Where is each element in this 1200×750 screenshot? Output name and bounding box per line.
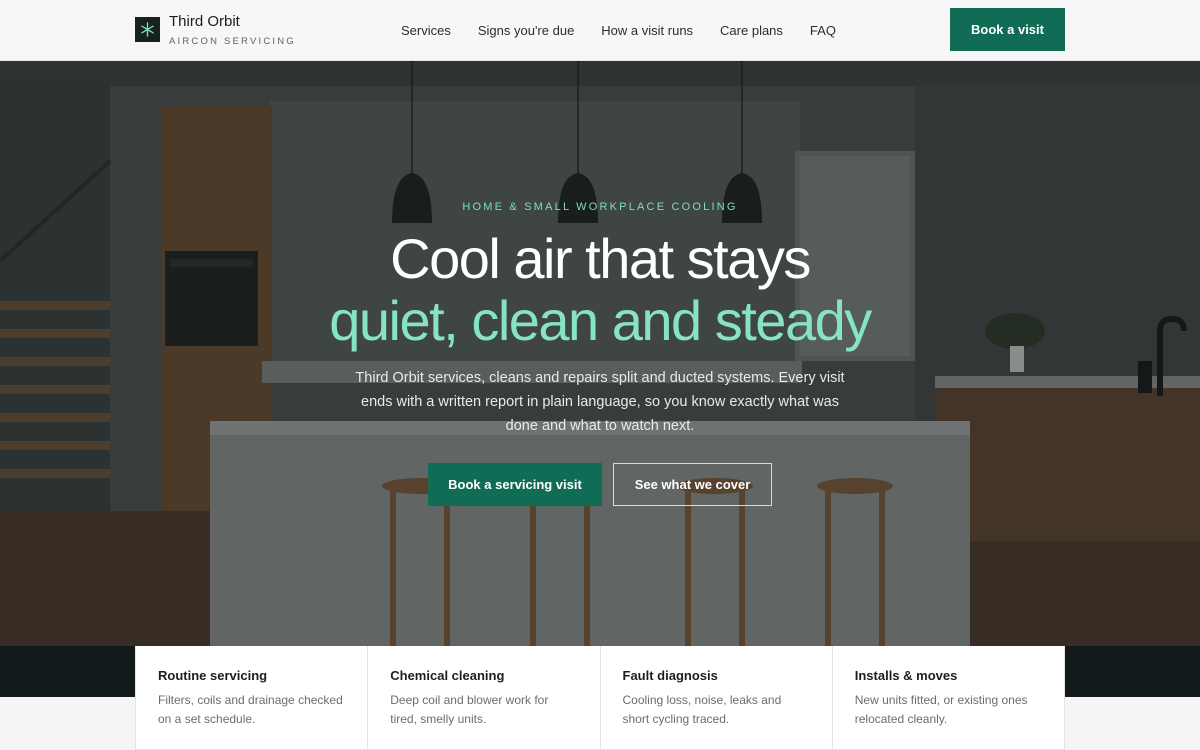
service-description: New units fitted, or existing ones reloc…	[854, 693, 1028, 726]
brand-name: Third Orbit	[169, 13, 240, 30]
asterisk-icon	[135, 17, 160, 42]
main-nav: Services Signs you're due How a visit ru…	[401, 0, 863, 60]
hero-description: Third Orbit services, cleans and repairs…	[355, 370, 845, 434]
service-card-fault[interactable]: Fault diagnosis Cooling loss, noise, lea…	[601, 646, 833, 749]
service-title: Fault diagnosis	[622, 668, 718, 683]
hero-section: HOME & SMALL WORKPLACE COOLING Cool air …	[0, 61, 1200, 646]
hero-headline-line2: quiet, clean and steady	[329, 289, 872, 352]
nav-item-visit-runs[interactable]: How a visit runs	[601, 23, 693, 38]
book-visit-button[interactable]: Book a visit	[950, 8, 1065, 51]
site-header: Third Orbit AIRCON SERVICING Services Si…	[0, 0, 1200, 61]
brand[interactable]: Third Orbit AIRCON SERVICING	[135, 12, 296, 47]
nav-item-care-plans[interactable]: Care plans	[720, 23, 783, 38]
nav-item-faq[interactable]: FAQ	[810, 23, 836, 38]
service-description: Cooling loss, noise, leaks and short cyc…	[622, 693, 782, 726]
service-title: Chemical cleaning	[390, 668, 505, 683]
see-coverage-button[interactable]: See what we cover	[613, 463, 772, 506]
service-card-routine[interactable]: Routine servicing Filters, coils and dra…	[136, 646, 369, 749]
brand-tagline: AIRCON SERVICING	[169, 36, 296, 47]
service-description: Deep coil and blower work for tired, sme…	[390, 693, 549, 726]
nav-item-services[interactable]: Services	[401, 23, 451, 38]
service-card-chemical[interactable]: Chemical cleaning Deep coil and blower w…	[368, 646, 601, 749]
service-card-installs[interactable]: Installs & moves New units fitted, or ex…	[833, 646, 1064, 749]
book-servicing-button[interactable]: Book a servicing visit	[428, 463, 602, 506]
hero-headline-line1: Cool air that stays	[390, 227, 811, 290]
hero-eyebrow: HOME & SMALL WORKPLACE COOLING	[462, 201, 738, 213]
service-title: Routine servicing	[158, 668, 268, 683]
nav-item-signs-due[interactable]: Signs you're due	[478, 23, 574, 38]
services-panel: Routine servicing Filters, coils and dra…	[135, 646, 1065, 750]
service-description: Filters, coils and drainage checked on a…	[158, 693, 343, 726]
hero-overlay	[0, 61, 1200, 646]
service-title: Installs & moves	[854, 668, 958, 683]
